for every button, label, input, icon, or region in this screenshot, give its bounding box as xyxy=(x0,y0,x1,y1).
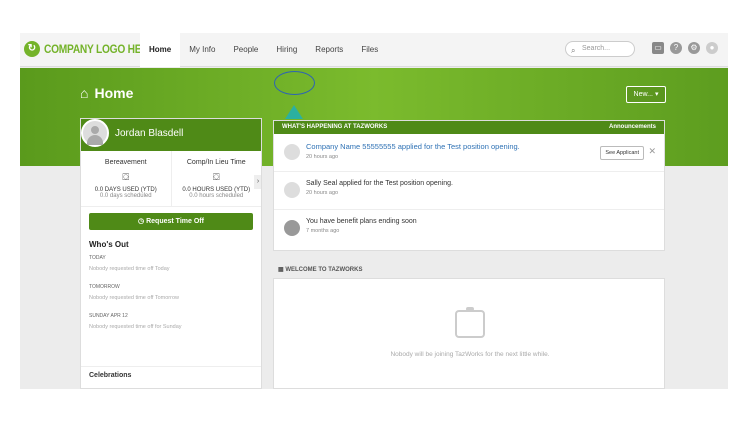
request-time-off-label: Request Time Off xyxy=(146,218,204,225)
whos-out-message: Nobody requested time off Tomorrow xyxy=(89,295,179,301)
leave-scheduled: 0.0 days scheduled xyxy=(99,193,152,199)
leave-title: Bereavement xyxy=(104,159,147,166)
new-button[interactable]: New... ▾ xyxy=(626,86,666,103)
leave-icon: ⛋ xyxy=(122,172,130,182)
user-avatar-icon[interactable]: ● xyxy=(706,42,718,54)
top-nav: ↻ COMPANY LOGO HERE Home My Info People … xyxy=(20,33,728,67)
request-time-off-button[interactable]: ◷ Request Time Off xyxy=(89,213,253,230)
welcome-message: Nobody will be joining TazWorks for the … xyxy=(390,351,550,358)
welcome-title: ▦ WELCOME TO TAZWORKS xyxy=(278,266,362,273)
gear-icon[interactable]: ⚙ xyxy=(688,42,700,54)
profile-header: Jordan Blasdell xyxy=(81,119,261,151)
nav-items: Home My Info People Hiring Reports Files xyxy=(140,33,387,67)
heart-pulse-icon xyxy=(284,220,300,236)
whos-out-day-label: SUNDAY APR 12 xyxy=(89,313,128,319)
whos-out-day-label: TODAY xyxy=(89,255,106,261)
avatar xyxy=(284,144,300,160)
whats-happening-title: WHAT'S HAPPENING AT TAZWORKS xyxy=(282,124,388,130)
feed-item-text: Sally Seal applied for the Test position… xyxy=(306,180,453,187)
feed-item-text: You have benefit plans ending soon xyxy=(306,218,417,225)
home-icon: ⌂ xyxy=(80,85,89,101)
chevron-right-icon[interactable]: › xyxy=(254,175,261,189)
nav-icons: ▭ ? ⚙ ● xyxy=(652,42,718,54)
feed-item: You have benefit plans ending soon 7 mon… xyxy=(274,210,664,248)
chevron-down-icon: ▾ xyxy=(654,91,659,98)
page-title: ⌂ Home xyxy=(80,85,133,101)
annotation-circle xyxy=(274,71,315,95)
search-icon: ⌕ xyxy=(571,46,576,55)
announcements-link[interactable]: Announcements xyxy=(609,121,656,134)
logo-icon: ↻ xyxy=(24,41,40,57)
help-icon[interactable]: ? xyxy=(670,42,682,54)
nav-item-reports[interactable]: Reports xyxy=(306,33,352,67)
whats-happening-header: WHAT'S HAPPENING AT TAZWORKS Announcemen… xyxy=(274,121,664,134)
nav-item-home[interactable]: Home xyxy=(140,33,181,67)
profile-name[interactable]: Jordan Blasdell xyxy=(115,128,183,139)
search-placeholder: Search... xyxy=(582,45,611,52)
close-icon[interactable]: ✕ xyxy=(648,146,656,157)
avatar[interactable] xyxy=(81,119,109,147)
logo-text: COMPANY LOGO HERE xyxy=(44,42,155,56)
leave-icon: ⛋ xyxy=(212,172,220,182)
whos-out-message: Nobody requested time off for Sunday xyxy=(89,324,182,330)
welcome-title-text: WELCOME TO TAZWORKS xyxy=(285,267,363,273)
avatar xyxy=(284,182,300,198)
annotation-arrow xyxy=(285,105,303,119)
page-title-text: Home xyxy=(94,85,134,101)
whos-out-section: Who's Out TODAY Nobody requested time of… xyxy=(81,230,261,330)
welcome-panel: Nobody will be joining TazWorks for the … xyxy=(273,278,665,389)
whos-out-title: Who's Out xyxy=(89,240,129,249)
feed-item: Company Name 55555555 applied for the Te… xyxy=(274,134,664,172)
search-input[interactable]: ⌕ Search... xyxy=(565,41,635,57)
inbox-icon[interactable]: ▭ xyxy=(652,42,664,54)
whats-happening-panel: WHAT'S HAPPENING AT TAZWORKS Announcemen… xyxy=(273,120,665,251)
leave-card-comp-time[interactable]: Comp/In Lieu Time ⛋ 0.0 HOURS USED (YTD)… xyxy=(170,151,262,206)
clock-icon: ◷ xyxy=(138,218,147,225)
nav-item-my-info[interactable]: My Info xyxy=(180,33,224,67)
leave-title: Comp/In Lieu Time xyxy=(186,159,246,166)
app-window: ↻ COMPANY LOGO HERE Home My Info People … xyxy=(20,33,728,389)
leave-balances: Bereavement ⛋ 0.0 DAYS USED (YTD) 0.0 da… xyxy=(81,151,261,207)
new-button-label: New... xyxy=(633,91,653,98)
leave-scheduled: 0.0 hours scheduled xyxy=(189,193,244,199)
nav-item-people[interactable]: People xyxy=(224,33,267,67)
whos-out-message: Nobody requested time off Today xyxy=(89,266,170,272)
celebrations-title: Celebrations xyxy=(81,366,261,388)
id-badge-icon xyxy=(455,307,485,338)
feed-item: Sally Seal applied for the Test position… xyxy=(274,172,664,210)
whos-out-day-label: TOMORROW xyxy=(89,284,120,290)
feed-item-time: 20 hours ago xyxy=(306,190,339,196)
nav-item-hiring[interactable]: Hiring xyxy=(267,33,306,67)
feed-item-time: 7 months ago xyxy=(306,228,340,234)
nav-item-files[interactable]: Files xyxy=(352,33,387,67)
see-applicant-button[interactable]: See Applicant xyxy=(600,146,644,160)
leave-card-bereavement[interactable]: Bereavement ⛋ 0.0 DAYS USED (YTD) 0.0 da… xyxy=(81,151,171,206)
profile-panel: Jordan Blasdell Bereavement ⛋ 0.0 DAYS U… xyxy=(80,118,262,389)
